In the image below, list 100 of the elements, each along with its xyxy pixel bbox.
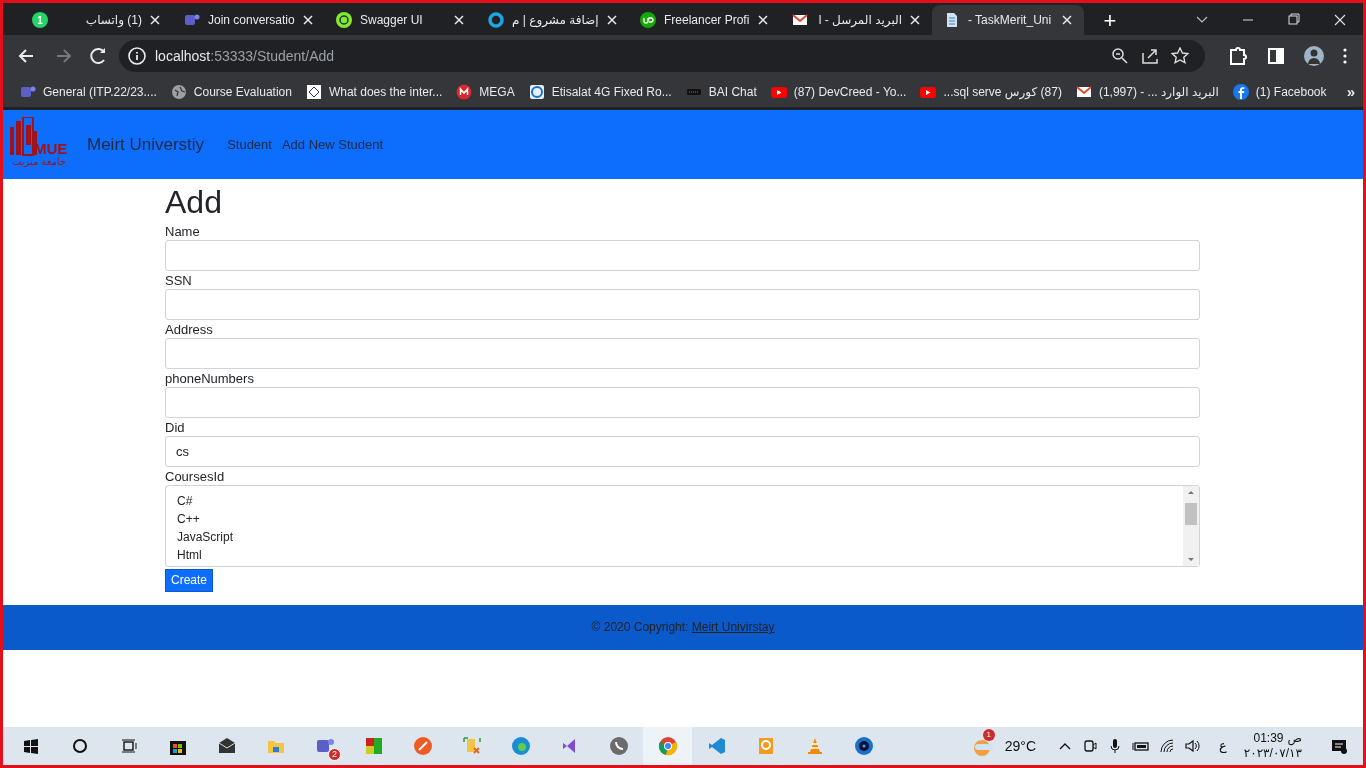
bookmark[interactable]: What does the inter... (298, 78, 450, 106)
document-icon (944, 12, 960, 28)
bookmark[interactable]: BAI Chat (678, 78, 764, 106)
film-reel-icon[interactable] (853, 736, 874, 756)
field-label: Did (165, 419, 186, 436)
field-label: Address (165, 321, 214, 338)
mail-icon (1075, 84, 1092, 100)
chrome-icon[interactable] (657, 736, 678, 756)
bookmark-label: General (ITP.22/23.... (43, 84, 157, 101)
time-text: 01:39 (1253, 731, 1284, 746)
tab-title: Freelancer Profi (664, 12, 750, 29)
phone-chat-icon[interactable] (608, 736, 629, 756)
browser-tab[interactable]: البريد المرسل - l (780, 5, 932, 35)
video-icon (770, 84, 787, 100)
bookmark[interactable]: Etisalat 4G Fixed Ro... (521, 78, 679, 106)
browser-tab[interactable]: إضافة مشروع | م (476, 5, 628, 35)
unread-count: 1 (32, 12, 48, 28)
mega-icon (456, 84, 473, 100)
bookmark-label: Etisalat 4G Fixed Ro... (551, 84, 672, 101)
input-field[interactable] (165, 240, 1200, 271)
browser-tab[interactable]: - TaskMerit_Uni (932, 5, 1084, 35)
bookmark-label: البريد الوارد ... - (1,997) (1098, 84, 1219, 101)
field-label: CoursesId (165, 468, 226, 485)
close-icon[interactable] (758, 15, 768, 25)
input-field[interactable] (165, 387, 1200, 418)
new-tab-button[interactable]: + (1092, 5, 1128, 35)
wifi-icon[interactable] (1159, 738, 1175, 754)
bookmark[interactable]: General (ITP.22/23.... (13, 78, 164, 106)
share-icon[interactable] (1141, 47, 1159, 65)
info-icon (127, 46, 147, 66)
bookmark-label: What does the inter... (328, 84, 443, 101)
swagger-icon (336, 12, 352, 28)
tab-title: Swagger UI (360, 12, 424, 29)
bookmark[interactable]: Course Evaluation (163, 78, 299, 106)
browser-tab[interactable]: Join conversatio (172, 5, 324, 35)
mail-icon (792, 12, 808, 28)
notification-badge: 1 (982, 729, 995, 741)
camera-icon[interactable] (1082, 738, 1098, 754)
bookmark[interactable]: (87) كورس sql serve... (913, 78, 1069, 106)
close-icon[interactable] (1062, 15, 1072, 25)
close-icon[interactable] (150, 15, 160, 25)
address-bar[interactable]: localhost:53333/Student/Add (119, 40, 1205, 72)
input-field[interactable] (165, 289, 1200, 320)
bookmark-label: BAI Chat (708, 84, 757, 101)
close-icon[interactable] (606, 15, 617, 25)
create-button[interactable]: Create (165, 568, 214, 592)
facebook-icon (1232, 84, 1249, 100)
upwork-icon (640, 12, 656, 28)
browser-tab[interactable]: Freelancer Profi (628, 5, 780, 35)
bookmark-label: (87) كورس sql serve... (943, 84, 1062, 101)
field-label: phoneNumbers (165, 370, 255, 387)
close-icon[interactable] (910, 15, 920, 25)
url-host: localhost (155, 47, 211, 64)
input-field[interactable]: cs (165, 436, 1200, 467)
bookmark[interactable]: MEGA (449, 78, 522, 106)
diamond-icon (305, 84, 322, 100)
url-path: :53333/Student/Add (210, 47, 335, 64)
list-option[interactable]: JavaScript (177, 528, 1179, 546)
courses-listbox[interactable]: C# C++ JavaScript Html (165, 485, 1200, 567)
tab-title: Join conversatio (208, 12, 295, 29)
more-bookmarks-button[interactable]: » (1346, 80, 1355, 104)
tab-title: - TaskMerit_Uni (968, 12, 1053, 29)
teams-icon (184, 12, 200, 28)
field-label: SSN (165, 272, 193, 289)
list-option[interactable]: Html (177, 546, 1179, 564)
footer-text: © 2020 Copyright: Meirt Univirstay (591, 619, 775, 636)
bookmark[interactable]: (1) Facebook (1225, 78, 1334, 106)
microphone-icon[interactable] (1107, 738, 1123, 754)
scroll-thumb[interactable] (1185, 503, 1197, 525)
colored-squares-icon[interactable] (363, 736, 384, 756)
bookmark-label: Course Evaluation (193, 84, 292, 101)
bookmark-label: (1) Facebook (1255, 84, 1327, 101)
browser-tab[interactable]: Swagger UI (324, 5, 476, 35)
volume-icon[interactable] (1184, 738, 1202, 754)
star-icon[interactable] (1171, 47, 1189, 65)
vscode-icon[interactable] (706, 736, 727, 756)
scrollbar[interactable] (1183, 486, 1199, 566)
video-icon (920, 84, 937, 100)
tab-title: إضافة مشروع | م (512, 12, 599, 29)
list-option[interactable]: C++ (177, 510, 1179, 528)
bookmark-label: MEGA (479, 84, 515, 101)
close-icon[interactable] (302, 15, 313, 25)
input-language[interactable]: ع (1219, 736, 1227, 756)
bookmark[interactable]: (87) DevCreed - Yo... (763, 78, 914, 106)
input-field[interactable] (165, 338, 1200, 369)
field-label: Name (165, 223, 201, 240)
period-text: ص (1287, 731, 1302, 746)
close-icon[interactable] (454, 15, 464, 25)
bookmark-label: (87) DevCreed - Yo... (793, 84, 907, 101)
mail-icon[interactable] (216, 736, 237, 756)
page-heading: Add (165, 183, 223, 222)
date-text: ٢٠٢٣/٠٧/١٣ (1243, 746, 1302, 761)
bookmark[interactable]: البريد الوارد ... - (1,997) (1068, 78, 1226, 106)
temperature: 29°C (1004, 736, 1036, 756)
zoom-icon[interactable] (1111, 47, 1129, 65)
notification-badge: 2 (328, 748, 341, 761)
list-option[interactable]: C# (177, 492, 1179, 510)
teams-icon (20, 84, 36, 100)
ring-icon (488, 12, 504, 28)
logo-subtext: جامعة ميريت (12, 156, 67, 167)
